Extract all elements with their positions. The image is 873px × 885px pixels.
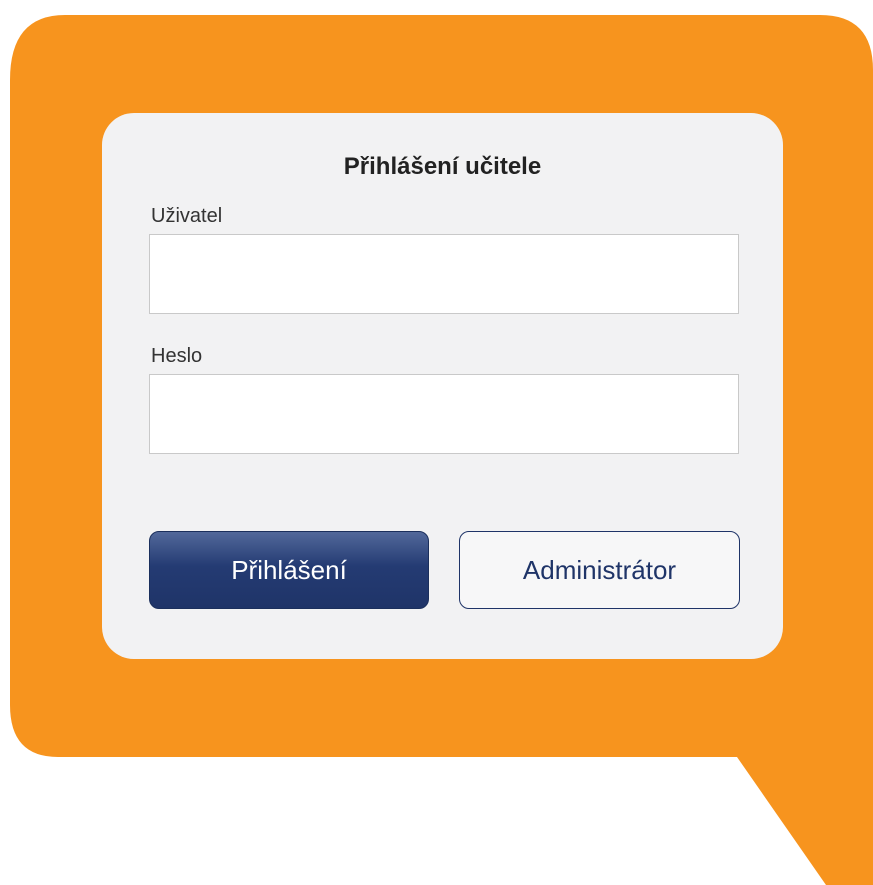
administrator-button[interactable]: Administrátor (459, 531, 740, 609)
password-input[interactable] (149, 374, 739, 454)
username-input[interactable] (149, 234, 739, 314)
login-card: Přihlášení učitele Uživatel Heslo Přihlá… (102, 113, 783, 659)
password-label: Heslo (151, 345, 203, 367)
login-title: Přihlášení učitele (343, 153, 542, 180)
username-label: Uživatel (151, 205, 223, 227)
login-button[interactable]: Přihlášení (149, 531, 429, 609)
